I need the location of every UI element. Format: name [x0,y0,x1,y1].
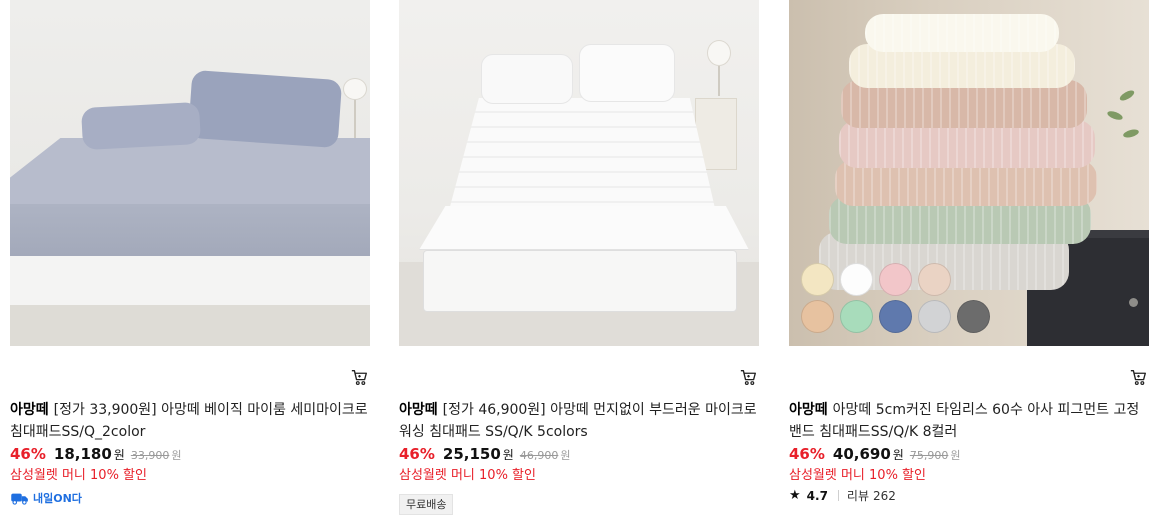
cart-icon[interactable] [1130,369,1147,386]
lamp-shade [707,40,731,66]
color-swatch[interactable] [918,263,951,296]
drawer-knob [1129,298,1138,307]
star-icon: ★ [789,488,801,503]
original-currency: 원 [560,449,571,462]
brand-name: 아망떼 [399,402,438,418]
price-row: 46% 40,690 원 75,900 원 [789,445,960,465]
free-shipping-badge: 무료배송 [399,494,454,515]
original-currency: 원 [171,449,182,462]
lamp-shade [343,78,367,100]
brand-name: 아망떼 [789,402,828,418]
original-price: 75,900 [909,449,949,462]
color-swatch[interactable] [840,300,873,333]
promo-text: 삼성월렛 머니 10% 할인 [789,468,926,483]
product-image[interactable] [399,0,759,346]
color-swatch[interactable] [801,300,834,333]
promo-text: 삼성월렛 머니 10% 할인 [399,468,536,483]
price-row: 46% 25,150 원 46,900 원 [399,445,570,465]
original-currency: 원 [950,449,961,462]
pillow [187,69,343,149]
rating-row: ★ 4.7 리뷰 262 [789,487,896,504]
price-row: 46% 18,180 원 33,900 원 [10,445,181,465]
color-swatch[interactable] [918,300,951,333]
product-title[interactable]: 아망떼 아망떼 5cm커진 타임리스 60수 아사 피그먼트 고정밴드 침대패드S… [789,399,1149,443]
color-swatch[interactable] [879,300,912,333]
discount-rate: 46% [399,445,435,463]
cart-icon[interactable] [351,369,368,386]
plant-leaf [1106,109,1124,122]
product-title[interactable]: 아망떼 [정가 46,900원] 아망떼 먼지없이 부드러운 마이크로 워싱 침대… [399,399,759,443]
discount-rate: 46% [10,445,46,463]
sale-price: 40,690 [832,445,891,463]
discount-rate: 46% [789,445,825,463]
color-swatch[interactable] [957,300,990,333]
original-price: 46,900 [519,449,559,462]
product-name: 아망떼 5cm커진 타임리스 60수 아사 피그먼트 고정밴드 침대패드SS/Q… [789,402,1140,440]
mattress [10,200,370,256]
currency: 원 [892,448,904,462]
product-card[interactable]: 아망떼 아망떼 5cm커진 타임리스 60수 아사 피그먼트 고정밴드 침대패드S… [789,0,1149,517]
divider [837,490,839,501]
pillow [80,101,202,151]
product-image[interactable] [10,0,370,346]
color-swatch[interactable] [801,263,834,296]
bed-base [10,253,370,305]
plant-leaf [1118,88,1136,103]
currency: 원 [502,448,514,462]
sale-price: 25,150 [442,445,501,463]
color-swatch[interactable] [879,263,912,296]
pillow [579,44,675,102]
cart-icon[interactable] [740,369,757,386]
review-label: 리뷰 [846,489,870,503]
product-card[interactable]: 아망떼 [정가 46,900원] 아망떼 먼지없이 부드러운 마이크로 워싱 침대… [399,0,759,517]
product-image[interactable] [789,0,1149,346]
plant-leaf [1122,128,1140,139]
promo-text: 삼성월렛 머니 10% 할인 [10,468,147,483]
currency: 원 [113,448,125,462]
original-price: 33,900 [130,449,170,462]
color-swatch[interactable] [840,263,873,296]
folded-pad [865,14,1059,52]
product-title[interactable]: 아망떼 [정가 33,900원] 아망떼 베이직 마이룸 세미마이크로 침대패드S… [10,399,370,443]
rating-score: 4.7 [806,488,828,503]
review-count: 262 [873,488,896,503]
sale-price: 18,180 [53,445,112,463]
delivery-badge-label: 내일ON다 [33,492,82,505]
lamp-stem [718,66,720,96]
delivery-badge: 내일ON다 [10,489,82,507]
product-name: [정가 33,900원] 아망떼 베이직 마이룸 세미마이크로 침대패드SS/Q… [10,402,368,440]
bed-pad [10,138,370,204]
pillow [481,54,573,104]
lamp-stem [354,100,356,138]
brand-name: 아망떼 [10,402,49,418]
delivery-logo-icon [11,493,28,505]
product-card[interactable]: 아망떼 [정가 33,900원] 아망떼 베이직 마이룸 세미마이크로 침대패드S… [10,0,370,517]
bed-base [423,250,737,312]
product-name: [정가 46,900원] 아망떼 먼지없이 부드러운 마이크로 워싱 침대패드 … [399,402,757,440]
bed-pad-flap [419,206,749,250]
